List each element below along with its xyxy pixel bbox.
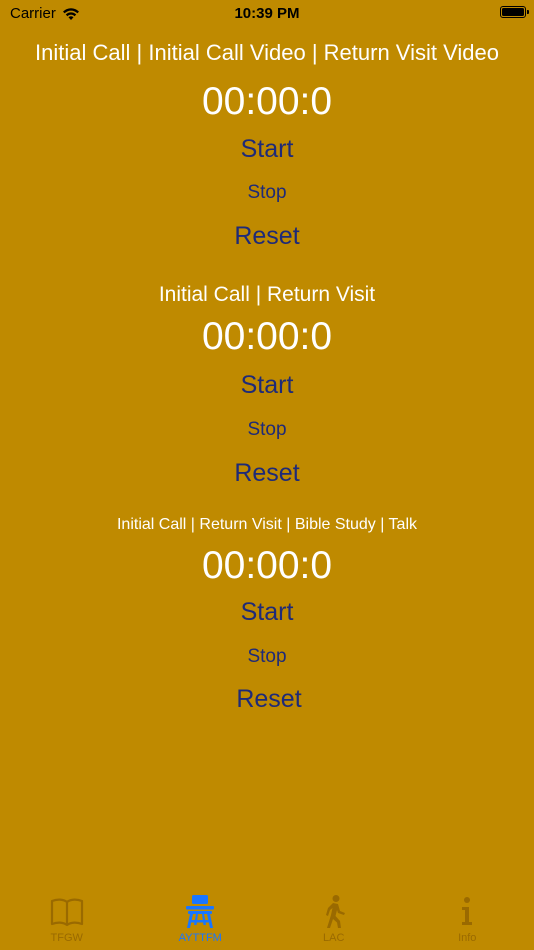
tab-tfgw[interactable]: TFGW [0,886,134,950]
reset-button[interactable]: Reset [4,684,534,715]
walking-person-icon [325,895,345,928]
battery-icon [500,6,529,18]
section-title: Initial Call | Return Visit | Bible Stud… [116,516,417,533]
status-bar: Carrier 10:39 PM [0,0,534,28]
tab-label: TFGW [50,932,83,944]
tab-label: AYTTFM [178,932,222,944]
tab-info[interactable]: Info [401,886,534,950]
tab-label: Info [458,932,477,944]
stop-button[interactable]: Stop [0,418,534,442]
start-button[interactable]: Start [0,370,534,401]
timer-display: 00:00:0 [201,80,333,123]
section-title: Initial Call | Return Visit [158,283,376,306]
timer-display: 00:00:0 [201,315,333,358]
status-time: 10:39 PM [234,5,300,22]
stop-button[interactable]: Stop [0,181,534,205]
book-icon [50,898,83,927]
tab-label: LAC [323,932,345,944]
tab-ayttfm[interactable]: AYTTFM [134,886,268,950]
info-icon [462,897,473,925]
stop-button[interactable]: Stop [0,645,534,669]
section-title: Initial Call | Initial Call Video | Retu… [35,40,499,65]
start-button[interactable]: Start [0,597,534,628]
tab-lac[interactable]: LAC [267,886,401,950]
desk-icon [186,895,215,928]
reset-button[interactable]: Reset [0,458,534,489]
timer-display: 00:00:0 [201,544,333,587]
tab-bar: TFGW AYTTFM LAC Info [0,886,534,950]
start-button[interactable]: Start [0,134,534,165]
reset-button[interactable]: Reset [0,221,534,252]
